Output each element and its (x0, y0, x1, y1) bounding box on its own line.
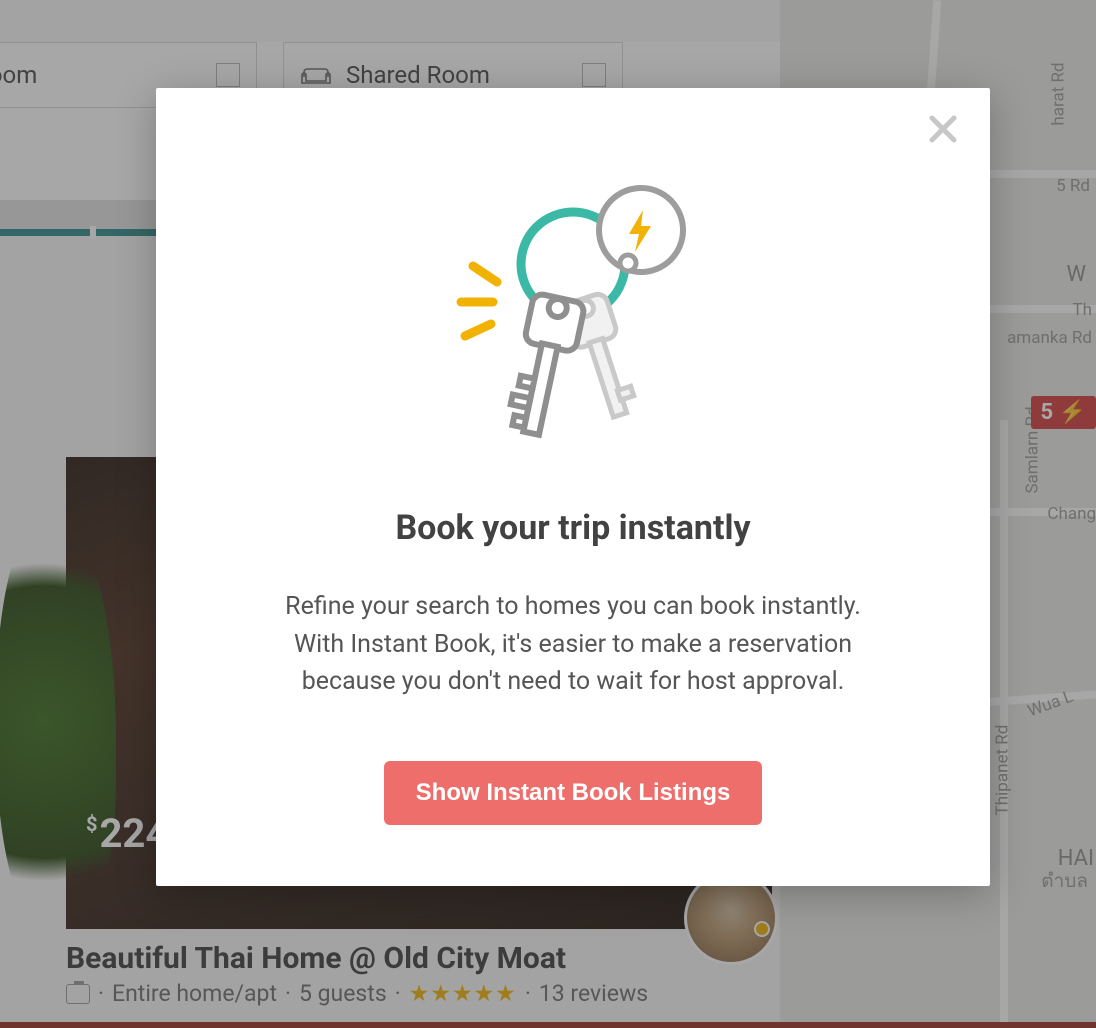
close-icon (926, 112, 960, 146)
modal-title: Book your trip instantly (226, 508, 920, 548)
instant-book-modal: Book your trip instantly Refine your sea… (156, 88, 990, 886)
show-instant-book-button[interactable]: Show Instant Book Listings (384, 761, 763, 825)
modal-body: Refine your search to homes you can book… (263, 588, 883, 701)
search-results-page: vate Room Shared Room $224 Beautiful Tha… (0, 0, 1096, 1028)
keys-illustration-icon (443, 168, 703, 448)
close-button[interactable] (926, 112, 960, 146)
